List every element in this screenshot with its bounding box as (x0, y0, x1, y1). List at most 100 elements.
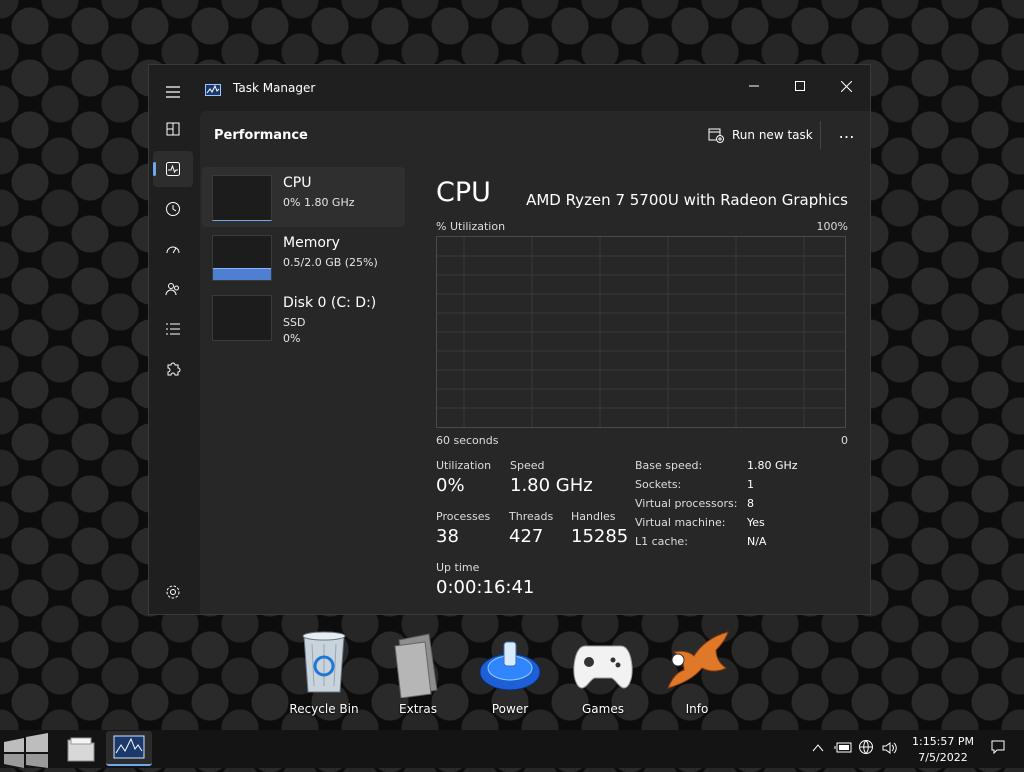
close-button[interactable] (823, 71, 869, 101)
utilization-axis-label: % Utilization (436, 220, 506, 233)
resource-detail: 0.5/2.0 GB (25%) (283, 256, 378, 269)
settings-gear-icon (166, 585, 180, 599)
uptime-value: 0:00:16:41 (436, 577, 535, 598)
show-hidden-icons-button[interactable] (810, 740, 826, 756)
clock-date: 7/5/2022 (918, 751, 968, 764)
hamburger-menu-icon[interactable] (165, 83, 181, 102)
base-speed-label: Base speed: (635, 459, 703, 472)
base-speed-value: 1.80 GHz (747, 459, 798, 472)
tray-volume[interactable] (882, 740, 900, 756)
processes-value: 38 (436, 526, 459, 547)
recycle-bin-icon (302, 631, 346, 693)
cpu-model-name: AMD Ryzen 7 5700U with Radeon Graphics (526, 191, 848, 209)
speaker-icon (882, 742, 897, 754)
handles-label: Handles (571, 510, 616, 523)
nav-details[interactable] (153, 311, 193, 347)
nav-app-history[interactable] (153, 191, 193, 227)
taskbar: 1:15:57 PM 7/5/2022 (0, 730, 1024, 768)
startup-gauge-icon (166, 246, 180, 254)
cpu-thumbnail-graph (212, 175, 272, 221)
desktop-icon-label: Extras (399, 702, 437, 716)
battery-icon (834, 742, 852, 753)
desktop-icon-label: Games (582, 702, 624, 716)
task-manager-window: Task Manager Performance Run new task … … (148, 64, 871, 615)
l1-cache-value: N/A (747, 535, 767, 548)
run-new-task-button[interactable]: Run new task (708, 123, 813, 147)
notification-bubble-icon (991, 740, 1005, 755)
l1-cache-label: L1 cache: (635, 535, 688, 548)
threads-label: Threads (509, 510, 554, 523)
desktop-icon-label: Power (491, 702, 529, 716)
processes-icon (166, 122, 180, 136)
resource-item-cpu[interactable]: CPU 0% 1.80 GHz (202, 167, 405, 227)
gamepad-icon (573, 645, 633, 689)
desktop-icon-label: Info (685, 702, 709, 716)
desktop-icon-label: Recycle Bin (289, 702, 359, 716)
resource-detail: 0% 1.80 GHz (283, 196, 355, 209)
disk-thumbnail-graph (212, 295, 272, 341)
clock-time: 1:15:57 PM (911, 735, 975, 748)
nav-startup-apps[interactable] (153, 231, 193, 267)
handles-value: 15285 (571, 526, 629, 547)
run-new-task-label: Run new task (732, 128, 813, 142)
threads-value: 427 (509, 526, 544, 547)
header-divider (820, 121, 821, 149)
history-icon (166, 202, 180, 216)
sockets-value: 1 (747, 478, 754, 491)
title-bar[interactable]: Task Manager (149, 65, 870, 111)
more-options-button[interactable]: … (834, 123, 860, 147)
resource-name: CPU (283, 175, 312, 191)
taskbar-task-manager[interactable] (106, 731, 152, 766)
users-icon (165, 283, 179, 296)
virtual-processors-label: Virtual processors: (635, 497, 738, 510)
info-icon (667, 631, 729, 689)
resource-item-disk[interactable]: Disk 0 (C: D:) SSD 0% (202, 287, 405, 347)
uptime-label: Up time (436, 561, 480, 574)
resource-item-memory[interactable]: Memory 0.5/2.0 GB (25%) (202, 227, 405, 287)
notifications-button[interactable] (990, 739, 1010, 759)
virtual-machine-label: Virtual machine: (635, 516, 726, 529)
windows-logo-icon (4, 733, 48, 768)
resource-detail-2: 0% (283, 332, 301, 345)
tray-network[interactable] (858, 739, 876, 757)
details-list-icon (166, 323, 180, 335)
memory-usage-fill (213, 268, 271, 280)
performance-icon (166, 162, 180, 176)
run-task-icon (708, 128, 724, 143)
time-axis-label: 60 seconds (436, 434, 499, 447)
virtual-machine-value: Yes (747, 516, 765, 529)
nav-services[interactable] (153, 351, 193, 387)
tray-clock[interactable]: 1:15:57 PM 7/5/2022 (908, 734, 978, 766)
speed-value: 1.80 GHz (510, 475, 593, 496)
cpu-heading: CPU (436, 177, 491, 208)
chevron-up-icon (812, 744, 824, 752)
nav-users[interactable] (153, 271, 193, 307)
cpu-utilization-graph (436, 236, 846, 428)
time-axis-end: 0 (841, 434, 848, 447)
utilization-value: 0% (436, 475, 465, 496)
page-header: Performance Run new task … (200, 111, 870, 159)
memory-thumbnail-graph (212, 235, 272, 281)
start-button[interactable] (0, 732, 52, 768)
nav-processes[interactable] (153, 111, 193, 147)
virtual-processors-value: 8 (747, 497, 754, 510)
folder-icon (67, 737, 95, 762)
utilization-axis-max: 100% (816, 220, 848, 233)
task-manager-app-icon (205, 81, 221, 96)
processes-label: Processes (436, 510, 491, 523)
tray-battery[interactable] (834, 740, 854, 756)
nav-rail (149, 111, 199, 614)
speed-label: Speed (510, 459, 545, 472)
content-area: Performance Run new task … CPU 0% 1.80 G… (200, 111, 870, 614)
minimize-button[interactable] (731, 71, 777, 101)
extras-icon (394, 633, 438, 698)
nav-performance[interactable] (153, 151, 193, 187)
resource-name: Disk 0 (C: D:) (283, 295, 377, 311)
sockets-label: Sockets: (635, 478, 682, 491)
nav-settings[interactable] (153, 574, 193, 610)
power-icon (479, 641, 541, 691)
resource-detail: SSD (283, 316, 306, 329)
task-manager-taskbar-icon (113, 735, 145, 759)
maximize-button[interactable] (777, 71, 823, 101)
taskbar-file-explorer[interactable] (62, 732, 100, 766)
